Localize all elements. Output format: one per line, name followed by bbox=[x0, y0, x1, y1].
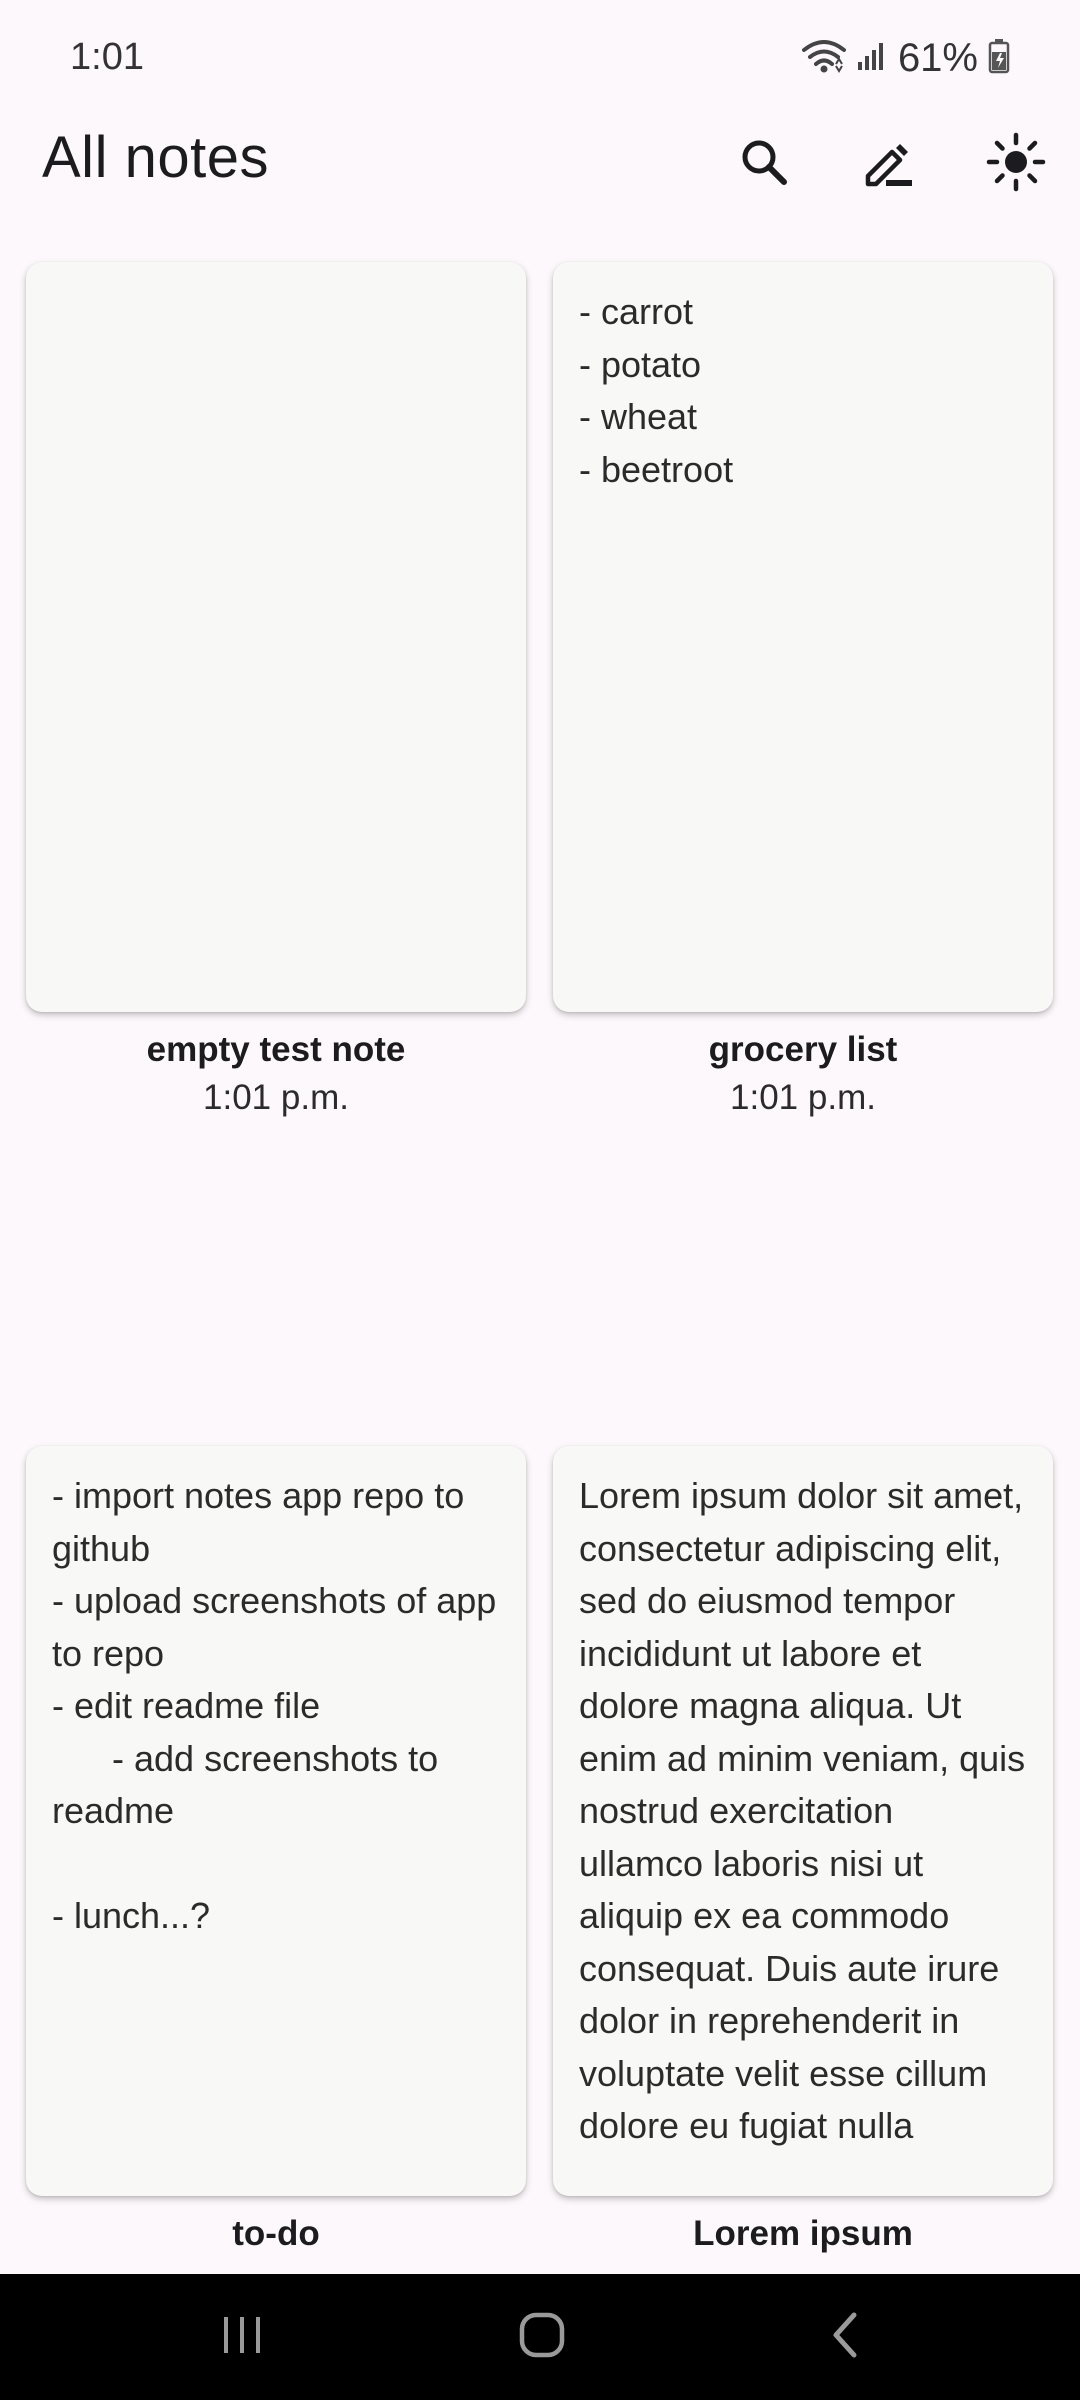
note-item[interactable]: - carrot - potato - wheat - beetroot gro… bbox=[553, 262, 1053, 1118]
note-title: empty test note bbox=[146, 1030, 406, 1069]
note-title: to-do bbox=[232, 2214, 320, 2253]
note-item[interactable]: Lorem ipsum dolor sit amet, consectetur … bbox=[553, 1446, 1053, 2254]
recents-button[interactable] bbox=[162, 2274, 322, 2400]
note-title: grocery list bbox=[708, 1030, 898, 1069]
home-button[interactable] bbox=[462, 2274, 622, 2400]
note-preview: Lorem ipsum dolor sit amet, consectetur … bbox=[579, 1475, 1036, 2146]
theme-toggle-button[interactable] bbox=[980, 126, 1052, 198]
battery-icon bbox=[988, 38, 1010, 79]
signal-icon bbox=[856, 40, 888, 77]
wifi-icon bbox=[801, 38, 846, 79]
navigation-bar bbox=[0, 2274, 1080, 2400]
note-card[interactable]: - carrot - potato - wheat - beetroot bbox=[553, 262, 1053, 1012]
page-title: All notes bbox=[42, 125, 269, 190]
status-bar: 1:01 61% bbox=[0, 0, 1080, 120]
note-card[interactable]: - import notes app repo to github - uplo… bbox=[26, 1446, 526, 2196]
note-title: Lorem ipsum bbox=[693, 2214, 913, 2253]
status-time: 1:01 bbox=[70, 36, 144, 78]
brightness-icon bbox=[986, 132, 1046, 192]
recents-icon bbox=[220, 2315, 264, 2360]
battery-percentage: 61% bbox=[897, 35, 978, 80]
home-icon bbox=[518, 2311, 566, 2364]
note-preview: - import notes app repo to github - uplo… bbox=[52, 1475, 497, 1936]
back-button[interactable] bbox=[766, 2274, 926, 2400]
search-icon bbox=[738, 136, 790, 188]
note-timestamp: 1:01 p.m. bbox=[203, 1078, 349, 1117]
note-item[interactable]: empty test note 1:01 p.m. bbox=[26, 262, 526, 1118]
status-icons: 61% bbox=[801, 34, 1010, 82]
note-preview: - carrot - potato - wheat - beetroot bbox=[579, 291, 734, 490]
new-note-button[interactable] bbox=[852, 126, 924, 198]
edit-icon bbox=[860, 134, 916, 190]
note-timestamp: 1:01 p.m. bbox=[730, 1078, 876, 1117]
note-item[interactable]: - import notes app repo to github - uplo… bbox=[26, 1446, 526, 2254]
note-card[interactable] bbox=[26, 262, 526, 1012]
search-button[interactable] bbox=[728, 126, 800, 198]
back-icon bbox=[828, 2311, 864, 2364]
note-card[interactable]: Lorem ipsum dolor sit amet, consectetur … bbox=[553, 1446, 1053, 2196]
